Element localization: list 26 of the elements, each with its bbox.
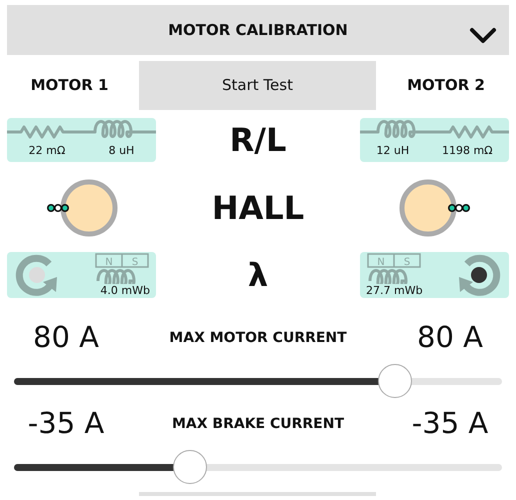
inductance-value: 12 uH <box>376 144 410 158</box>
motor-label: MOTOR 1 <box>30 75 108 96</box>
flux-linkage-value: 4.0 mWb <box>100 284 150 297</box>
row-title: HALL <box>212 188 304 229</box>
rotation-arrow-icon <box>16 254 57 296</box>
start-test-button[interactable]: Start Test <box>139 61 376 110</box>
row-title: R/L <box>230 120 286 161</box>
slider-thumb[interactable] <box>172 450 207 484</box>
chevron-down-icon[interactable] <box>469 27 497 45</box>
magnet-coil-drawing: N S <box>94 252 150 284</box>
inductance-value: 8 uH <box>108 144 134 158</box>
motor-label: MOTOR 2 <box>407 75 485 96</box>
slider-thumb[interactable] <box>378 364 412 398</box>
slider-label: MAX BRAKE CURRENT <box>172 414 344 434</box>
header-title: MOTOR CALIBRATION <box>168 20 348 41</box>
rotation-arrow-icon <box>459 254 500 296</box>
resistance-value: 22 mΩ <box>28 144 66 158</box>
current-value: -35 A <box>412 405 488 442</box>
flux-linkage-value: 27.7 mWb <box>366 284 423 297</box>
resistance-value: 1198 mΩ <box>442 144 493 158</box>
current-value: 80 A <box>417 319 483 356</box>
magnet-coil-drawing: N S <box>366 252 422 284</box>
slider-label: MAX MOTOR CURRENT <box>169 328 347 348</box>
current-value: 80 A <box>33 319 99 356</box>
row-title: λ <box>248 255 268 296</box>
current-value: -35 A <box>28 405 104 442</box>
